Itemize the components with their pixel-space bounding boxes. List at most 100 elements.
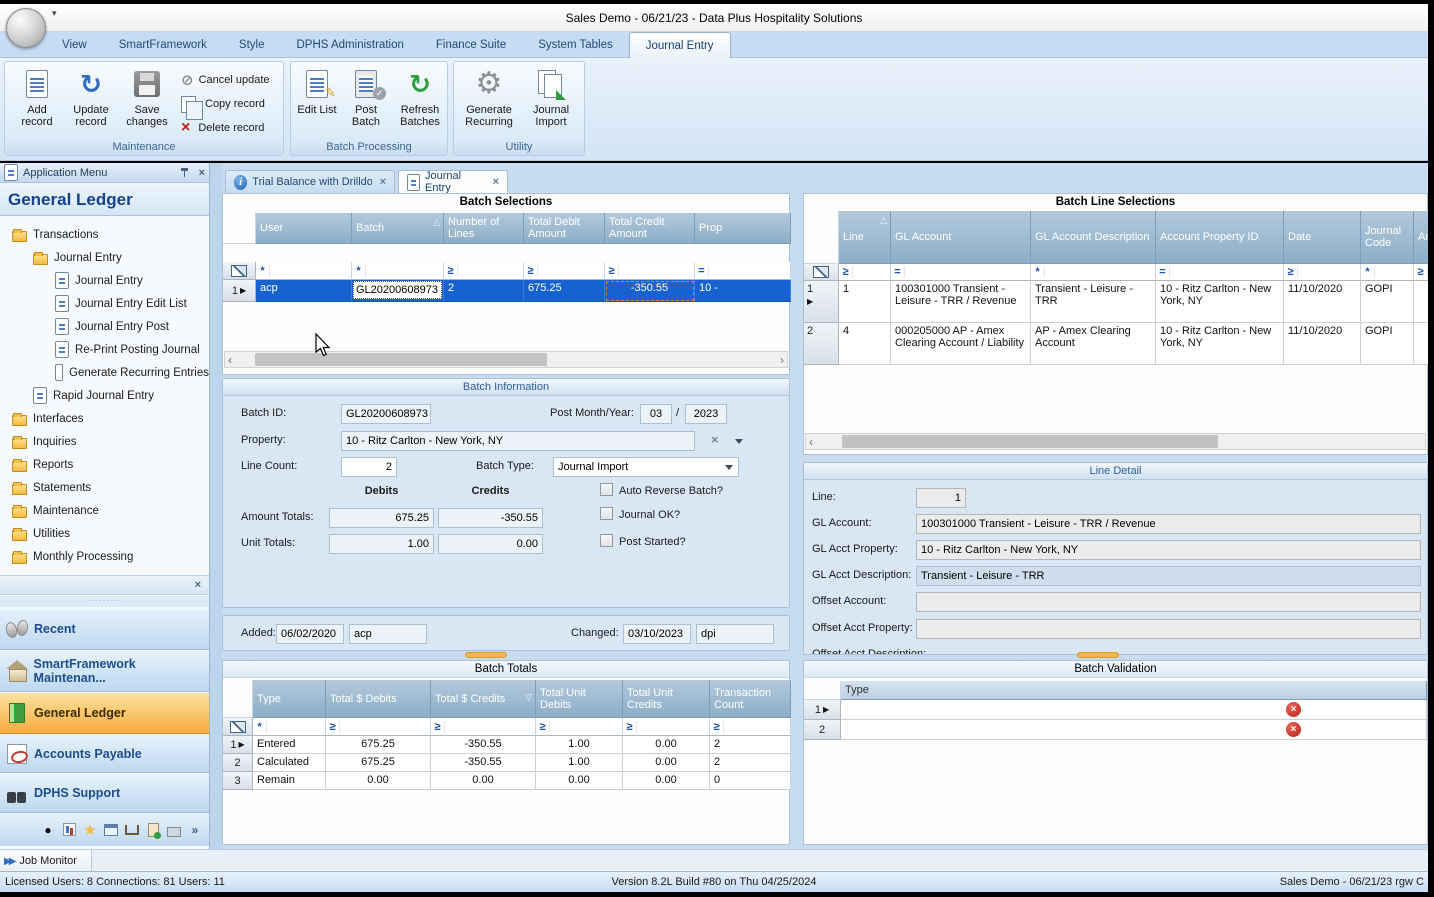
auto-reverse-checkbox[interactable] [600,483,613,496]
col-user[interactable]: User [256,213,352,244]
sidebar-item-monthly-processing[interactable]: Monthly Processing [0,545,209,568]
pin-icon[interactable] [180,168,189,177]
nav-recent[interactable]: Recent [0,608,209,650]
col-amount[interactable]: Am [1414,211,1429,264]
tab-view[interactable]: View [46,32,103,58]
unit-debit-field[interactable]: 1.00 [329,534,434,554]
cell-lines[interactable]: 2 [444,280,524,302]
filter-row-header[interactable] [223,262,256,280]
col-account-property-id[interactable]: Account Property ID [1156,211,1284,264]
filter-type[interactable]: * [253,718,326,736]
filter-user[interactable]: * [256,262,352,280]
table-row[interactable]: 1▶ Entered 675.25 -350.55 1.00 0.00 2 [223,736,791,754]
cell-batch[interactable]: GL20200608973 [352,280,444,302]
journal-ok-checkbox[interactable] [600,507,613,520]
sidebar-item-maintenance[interactable]: Maintenance [0,499,209,522]
sidebar-item-journal-entry[interactable]: Journal Entry [0,269,209,292]
gl-acct-description-field[interactable]: Transient - Leisure - TRR [916,566,1421,586]
batch-id-field[interactable]: GL20200608973 [341,404,431,424]
table-row[interactable]: 2 4 000205000 AP - Amex Clearing Account… [804,323,1429,365]
post-batch-button[interactable]: ✓ Post Batch [343,67,389,128]
col-total-debit[interactable]: Total Debit Amount [524,213,605,244]
batch-id-edit-box[interactable]: GL20200608973 [353,281,442,299]
sidebar-item-journal-entry-group[interactable]: Journal Entry [0,246,209,269]
sidebar-item-generate-recurring-entries[interactable]: Generate Recurring Entries [0,361,209,384]
tab-system-tables[interactable]: System Tables [522,32,629,58]
col-journal-code[interactable]: Journal Code [1361,211,1414,264]
validation-row[interactable]: 1▶ × [804,700,1427,720]
copy-record-button[interactable]: Copy record [181,94,265,114]
add-record-button[interactable]: Add record [11,67,63,128]
close-strip-icon[interactable]: × [195,579,201,591]
sidebar-item-journal-entry-edit-list[interactable]: Journal Entry Edit List [0,292,209,315]
property-clear-icon[interactable]: × [711,432,719,447]
favorites-star-icon[interactable]: ★ [82,822,98,838]
col-total-debits[interactable]: Total $ Debits [326,680,431,718]
sidebar-item-reprint-posting-journal[interactable]: Re-Print Posting Journal [0,338,209,361]
sidebar-splitter[interactable] [210,163,222,849]
filter-debit[interactable]: ≥ [524,262,605,280]
right-pane-splitter-grip[interactable] [1077,652,1119,658]
offset-account-field[interactable] [916,592,1421,612]
table-row[interactable]: 3 Remain 0.00 0.00 0.00 0.00 0 [223,772,791,790]
close-tab-icon[interactable]: × [380,176,386,188]
nav-general-ledger[interactable]: General Ledger [0,692,209,734]
more-buttons-chevron[interactable]: » [187,822,203,838]
col-total-credit[interactable]: Total Credit Amount [605,213,695,244]
chart-icon[interactable] [61,822,77,838]
save-changes-button[interactable]: Save changes [121,67,173,128]
col-batch[interactable]: Batch△ [352,213,444,244]
refresh-batches-button[interactable]: ↻ Refresh Batches [394,67,446,128]
filter-property[interactable]: = [695,262,791,280]
validation-error-icon[interactable]: × [1286,722,1301,737]
nav-dphs-support[interactable]: DPHS Support [0,773,209,813]
application-orb-button[interactable] [6,8,46,48]
filter-journal-code[interactable]: * [1361,264,1414,281]
scrollbar-thumb[interactable] [255,353,547,366]
filter-total-debits[interactable]: ≥ [326,718,431,736]
scroll-left-arrow[interactable]: ‹ [228,354,232,366]
unit-credit-field[interactable]: 0.00 [438,534,543,554]
offset-acct-property-field[interactable] [916,619,1421,639]
col-validation-type[interactable]: Type [841,681,1427,700]
filter-unit-credits[interactable]: ≥ [623,718,710,736]
post-month-field[interactable]: 03 [640,404,672,424]
col-property[interactable]: Prop [695,213,791,244]
sidebar-item-reports[interactable]: Reports [0,453,209,476]
post-started-checkbox[interactable] [600,534,613,547]
left-pane-splitter-grip[interactable] [465,652,507,658]
cell-property[interactable]: 10 - [695,280,791,302]
sidebar-item-inquiries[interactable]: Inquiries [0,430,209,453]
journal-import-button[interactable]: Journal Import [524,67,578,128]
close-tab-icon[interactable]: × [493,176,499,188]
job-monitor-tab[interactable]: ▶▶ Job Monitor [0,850,92,872]
filter-amount[interactable]: ≥ [1414,264,1429,281]
cell-user[interactable]: acp [256,280,352,302]
generate-recurring-button[interactable]: ⚙ Generate Recurring [460,67,518,128]
cell-debit[interactable]: 675.25 [524,280,605,302]
table-row[interactable]: 1▶ 1 100301000 Transient - Leisure - TRR… [804,281,1429,323]
table-row[interactable]: 2 Calculated 675.25 -350.55 1.00 0.00 2 [223,754,791,772]
col-transaction-count[interactable]: Transaction Count [710,680,791,718]
amount-debit-field[interactable]: 675.25 [329,508,434,528]
col-gl-account[interactable]: GL Account [891,211,1031,264]
property-field[interactable]: 10 - Ritz Carlton - New York, NY [341,431,695,451]
filter-batch[interactable]: * [352,262,444,280]
filter-transaction-count[interactable]: ≥ [710,718,791,736]
row-header[interactable]: 1▶ [223,280,256,302]
doc-tab-trial-balance[interactable]: i Trial Balance with Drilldown × [225,170,395,194]
col-total-credits[interactable]: Total $ Credits▽ [431,680,536,718]
edit-list-button[interactable]: ✎ Edit List [294,67,340,116]
filter-property[interactable]: = [1156,264,1284,281]
tab-smartframework[interactable]: SmartFramework [103,32,223,58]
batch-type-dropdown[interactable]: Journal Import [553,457,739,477]
property-dropdown-icon[interactable] [735,439,743,444]
doc-tab-journal-entry[interactable]: Journal Entry × [398,170,508,194]
nav-splitter-grip[interactable]: ········· [0,596,209,607]
col-number-of-lines[interactable]: Number of Lines [444,213,524,244]
filter-row-header[interactable] [804,264,839,281]
sidebar-item-transactions[interactable]: Transactions [0,223,209,246]
amount-credit-field[interactable]: -350.55 [438,508,543,528]
gl-acct-property-field[interactable]: 10 - Ritz Carlton - New York, NY [916,540,1421,560]
col-unit-debits[interactable]: Total Unit Debits [536,680,623,718]
